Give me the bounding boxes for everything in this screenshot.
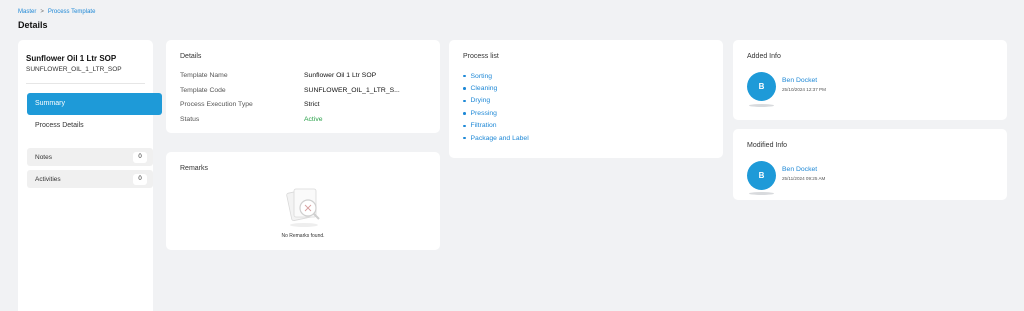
header: Master > Process Template Details [0,0,1024,38]
process-item-label: Pressing [470,109,497,117]
detail-value: SUNFLOWER_OIL_1_LTR_S... [304,87,400,94]
detail-row-template-code: Template Code SUNFLOWER_OIL_1_LTR_S... [180,87,400,94]
breadcrumb-separator: > [40,9,44,15]
process-item-label: Cleaning [470,85,498,93]
detail-row-execution-type: Process Execution Type Strict [180,101,319,108]
detail-key: Template Name [180,72,228,79]
template-title: Sunflower Oil 1 Ltr SOP [26,54,117,63]
detail-row-status: Status Active [180,116,323,123]
avatar-shadow [749,192,774,195]
bullet-icon [463,87,466,90]
process-item-pressing[interactable]: Pressing [463,107,529,119]
bullet-icon [463,136,466,140]
notes-count-badge: 0 [133,151,147,163]
bullet-icon [463,99,466,103]
sidebar-item-summary[interactable]: Summary [27,93,162,115]
modified-info-heading: Modified Info [747,142,788,149]
page-title: Details [18,20,48,30]
process-item-package-and-label[interactable]: Package and Label [463,132,529,144]
process-item-label: Package and Label [470,134,529,142]
detail-row-template-name: Template Name Sunflower Oil 1 Ltr SOP [180,72,376,79]
modified-date: 25/11/2024 09:25 AM [782,176,826,181]
avatar: B [747,161,776,190]
notes-label: Notes [35,153,52,161]
bullet-icon [463,74,466,78]
detail-key: Process Execution Type [180,101,253,108]
breadcrumb-master-link[interactable]: Master [18,9,36,15]
process-item-sorting[interactable]: Sorting [463,70,529,82]
added-date: 25/10/2024 12:37 PM [782,87,826,92]
process-item-label: Drying [470,97,491,105]
detail-value: Strict [304,101,320,108]
avatar-shadow [749,104,774,107]
process-list-heading: Process list [463,53,499,60]
avatar: B [747,72,776,101]
template-code: SUNFLOWER_OIL_1_LTR_SOP [26,66,122,73]
process-item-drying[interactable]: Drying [463,95,529,107]
process-list: Sorting Cleaning Drying Pressing Filtrat… [463,70,529,144]
modified-info-card: Modified Info B Ben Docket 25/11/2024 09… [733,129,1007,200]
details-card: Details Template Name Sunflower Oil 1 Lt… [166,40,440,133]
process-item-filtration[interactable]: Filtration [463,120,529,132]
detail-key: Template Code [180,87,226,94]
modified-by-user-link[interactable]: Ben Docket [782,166,817,173]
process-list-card: Process list Sorting Cleaning Drying Pre… [449,40,723,158]
sidebar-item-process-details[interactable]: Process Details [35,122,84,129]
template-sidebar: Sunflower Oil 1 Ltr SOP SUNFLOWER_OIL_1_… [18,40,162,311]
details-heading: Details [180,53,202,60]
detail-key: Status [180,116,200,123]
sidebar-item-activities[interactable]: Activities 0 [27,170,153,188]
detail-value: Sunflower Oil 1 Ltr SOP [304,72,377,79]
remarks-card: Remarks No Remarks found. [166,152,440,250]
breadcrumb-process-template-link[interactable]: Process Template [48,9,96,15]
bullet-icon [463,112,466,115]
activities-count-badge: 0 [133,173,147,185]
added-info-card: Added Info B Ben Docket 25/10/2024 12:37… [733,40,1007,120]
activities-label: Activities [35,175,61,183]
sidebar-divider [26,83,145,84]
remarks-heading: Remarks [180,165,209,172]
breadcrumb: Master > Process Template [18,9,95,15]
added-by-user-link[interactable]: Ben Docket [782,77,817,84]
bullet-icon [463,124,466,127]
empty-search-icon [286,188,320,227]
process-item-label: Filtration [470,122,497,130]
process-item-label: Sorting [470,72,493,80]
sidebar-item-notes[interactable]: Notes 0 [27,148,153,166]
added-info-heading: Added Info [747,53,781,60]
no-remarks-text: No Remarks found. [281,233,325,239]
process-item-cleaning[interactable]: Cleaning [463,82,529,94]
status-badge: Active [304,116,323,123]
